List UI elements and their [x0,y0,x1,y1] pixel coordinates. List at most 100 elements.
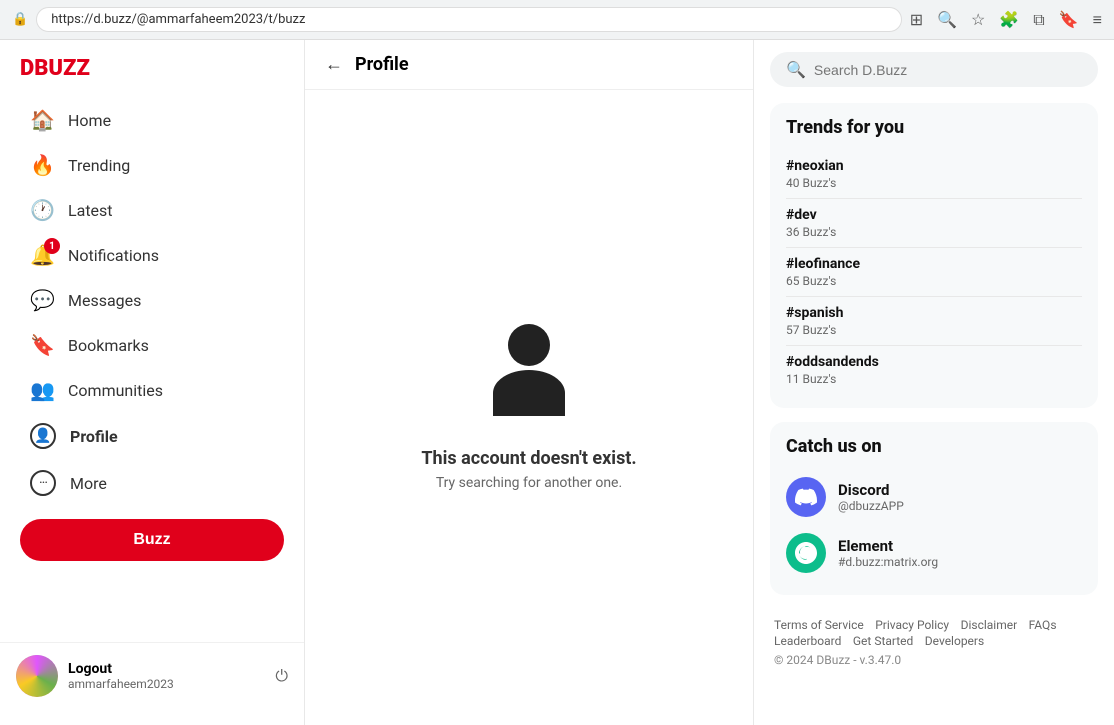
power-icon[interactable]: ⏻ [275,666,288,686]
browser-icons: ⊞ 🔍 ☆ 🧩 ⧉ 🔖 ≡ [910,10,1102,30]
sidebar-item-label: Notifications [68,246,159,265]
bookmark-browser-icon[interactable]: 🔖 [1059,10,1079,30]
sidebar-item-label: Latest [68,201,113,220]
avatar [16,655,58,697]
trend-count: 65 Buzz's [786,274,1082,288]
person-head [508,324,550,366]
sidebar-logo: DBUZZ [0,56,304,97]
not-found-title: This account doesn't exist. [421,448,636,469]
browser-bar: 🔒 https://d.buzz/@ammarfaheem2023/t/buzz… [0,0,1114,40]
profile-icon: 👤 [30,423,56,449]
sidebar-item-label: Communities [68,381,163,400]
sidebar-item-latest[interactable]: 🕐 Latest [10,188,294,232]
avatar-inner [16,655,58,697]
sidebar-item-notifications[interactable]: 🔔 1 Notifications [10,233,294,277]
trend-count: 40 Buzz's [786,176,1082,190]
trend-tag: #spanish [786,305,1082,321]
footer-links: Terms of Service Privacy Policy Disclaim… [770,609,1098,675]
discord-info: Discord @dbuzzAPP [838,481,904,513]
notification-badge: 1 [44,238,60,254]
url-text: https://d.buzz/@ammarfaheem2023/t/buzz [51,12,305,27]
sidebar-item-communities[interactable]: 👥 Communities [10,368,294,412]
user-info: Logout ammarfaheem2023 [68,661,265,691]
nav-list: 🏠 Home 🔥 Trending 🕐 Latest 🔔 1 Notificat… [0,97,304,507]
catch-heading: Catch us on [786,436,1082,457]
page-title: Profile [355,54,409,75]
more-icon: ··· [30,470,56,496]
search-input[interactable] [814,62,1082,78]
element-info: Element #d.buzz:matrix.org [838,537,938,569]
communities-icon: 👥 [30,378,54,402]
sidebar-item-label: Profile [70,427,118,446]
discord-icon [786,477,826,517]
lock-icon: 🔒 [12,12,28,27]
bell-icon: 🔔 1 [30,243,54,267]
sidebar-item-messages[interactable]: 💬 Messages [10,278,294,322]
element-item[interactable]: Element #d.buzz:matrix.org [786,525,1082,581]
trend-count: 11 Buzz's [786,372,1082,386]
faqs-link[interactable]: FAQs [1029,618,1057,632]
terms-link[interactable]: Terms of Service [774,618,864,632]
logo: DBUZZ [20,56,90,81]
sidebar-item-bookmarks[interactable]: 🔖 Bookmarks [10,323,294,367]
discord-item[interactable]: Discord @dbuzzAPP [786,469,1082,525]
trend-tag: #neoxian [786,158,1082,174]
sidebar-item-label: More [70,474,107,493]
buzz-button[interactable]: Buzz [20,519,284,561]
logo-d: D [20,56,34,81]
app-wrapper: DBUZZ 🏠 Home 🔥 Trending 🕐 Latest 🔔 1 [0,40,1114,725]
split-icon[interactable]: ⧉ [1033,10,1044,30]
developers-link[interactable]: Developers [925,634,984,648]
sidebar-item-trending[interactable]: 🔥 Trending [10,143,294,187]
user-name: Logout [68,661,265,677]
catch-card: Catch us on Discord @dbuzzAPP Element #d… [770,422,1098,595]
right-sidebar: 🔍 Trends for you #neoxian 40 Buzz's #dev… [754,40,1114,725]
sidebar-item-label: Messages [68,291,141,310]
grid-icon[interactable]: ⊞ [910,10,923,30]
search-browser-icon[interactable]: 🔍 [937,10,957,30]
not-found-sub: Try searching for another one. [436,475,622,491]
star-icon[interactable]: ☆ [971,10,985,30]
person-silhouette [479,324,579,424]
discord-name: Discord [838,481,904,499]
trend-item[interactable]: #dev 36 Buzz's [786,199,1082,248]
discord-handle: @dbuzzAPP [838,499,904,513]
element-name: Element [838,537,938,555]
back-button[interactable]: ← [325,54,343,75]
search-icon: 🔍 [786,60,806,79]
trends-heading: Trends for you [786,117,1082,138]
person-body [493,370,565,416]
home-icon: 🏠 [30,108,54,132]
element-handle: #d.buzz:matrix.org [838,555,938,569]
trend-tag: #oddsandends [786,354,1082,370]
trend-item[interactable]: #oddsandends 11 Buzz's [786,346,1082,394]
trend-count: 57 Buzz's [786,323,1082,337]
trend-item[interactable]: #spanish 57 Buzz's [786,297,1082,346]
search-bar[interactable]: 🔍 [770,52,1098,87]
user-handle: ammarfaheem2023 [68,677,265,691]
url-bar[interactable]: https://d.buzz/@ammarfaheem2023/t/buzz [36,7,902,32]
element-icon [786,533,826,573]
puzzle-icon[interactable]: 🧩 [999,10,1019,30]
trend-item[interactable]: #neoxian 40 Buzz's [786,150,1082,199]
bookmark-icon: 🔖 [30,333,54,357]
sidebar-item-home[interactable]: 🏠 Home [10,98,294,142]
leaderboard-link[interactable]: Leaderboard [774,634,841,648]
footer-copyright: © 2024 DBuzz - v.3.47.0 [774,653,1094,667]
sidebar-item-more[interactable]: ··· More [10,460,294,506]
message-icon: 💬 [30,288,54,312]
menu-icon[interactable]: ≡ [1093,10,1102,30]
trend-count: 36 Buzz's [786,225,1082,239]
privacy-link[interactable]: Privacy Policy [875,618,949,632]
clock-icon: 🕐 [30,198,54,222]
trend-item[interactable]: #leofinance 65 Buzz's [786,248,1082,297]
disclaimer-link[interactable]: Disclaimer [961,618,1018,632]
get-started-link[interactable]: Get Started [853,634,913,648]
fire-icon: 🔥 [30,153,54,177]
sidebar-item-profile[interactable]: 👤 Profile [10,413,294,459]
profile-header: ← Profile [305,40,753,90]
not-found-area: This account doesn't exist. Try searchin… [305,90,753,725]
main-content: ← Profile This account doesn't exist. Tr… [305,40,754,725]
sidebar-item-label: Bookmarks [68,336,149,355]
sidebar: DBUZZ 🏠 Home 🔥 Trending 🕐 Latest 🔔 1 [0,40,305,725]
